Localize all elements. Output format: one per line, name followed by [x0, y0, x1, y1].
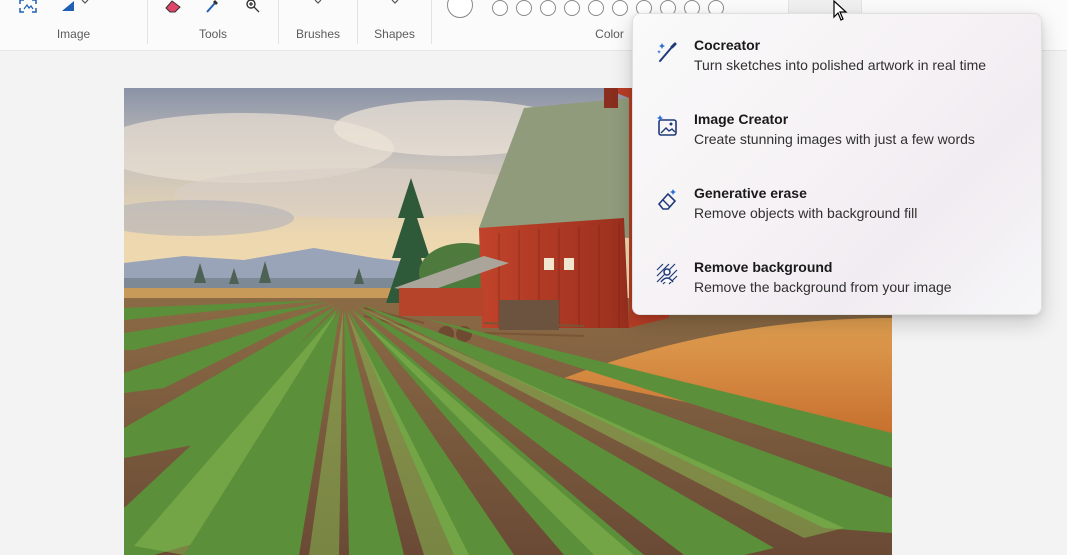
chevron-down-icon[interactable] — [313, 0, 323, 4]
color-swatch[interactable] — [516, 0, 532, 16]
mouse-cursor-icon — [833, 0, 849, 22]
rotate-icon[interactable] — [57, 0, 79, 16]
shapes-group[interactable]: Shapes — [358, 0, 431, 51]
magnifier-icon[interactable] — [242, 0, 264, 16]
color-swatch[interactable] — [540, 0, 556, 16]
eraser-sparkle-icon — [655, 188, 679, 212]
image-sparkle-icon — [655, 114, 679, 138]
menu-item-description: Create stunning images with just a few w… — [694, 131, 975, 147]
menu-item-description: Remove objects with background fill — [694, 205, 918, 221]
color-swatch[interactable] — [564, 0, 580, 16]
color-swatch[interactable] — [588, 0, 604, 16]
menu-item-title: Cocreator — [694, 37, 761, 53]
chevron-down-icon[interactable] — [390, 0, 400, 4]
brushes-group[interactable]: Brushes — [279, 0, 357, 51]
cocreator-brush-sparkle-icon — [655, 40, 679, 64]
primary-color-swatch[interactable] — [447, 0, 473, 18]
color-swatch[interactable] — [612, 0, 628, 16]
ai-features-menu: Cocreator Turn sketches into polished ar… — [632, 13, 1042, 315]
color-swatch[interactable] — [492, 0, 508, 16]
menu-item-title: Remove background — [694, 259, 833, 275]
chevron-down-icon[interactable] — [80, 0, 90, 4]
image-group-label: Image — [56, 27, 91, 41]
tools-group-label: Tools — [198, 27, 227, 41]
select-icon[interactable] — [17, 0, 39, 16]
menu-item-title: Generative erase — [694, 185, 807, 201]
menu-item-generative-erase[interactable]: Generative erase Remove objects with bac… — [637, 162, 1037, 232]
shapes-group-label: Shapes — [374, 27, 415, 41]
tools-group: Tools — [148, 0, 278, 51]
menu-item-title: Image Creator — [694, 111, 789, 127]
menu-item-image-creator[interactable]: Image Creator Create stunning images wit… — [637, 88, 1037, 158]
color-picker-icon[interactable] — [201, 0, 223, 16]
eraser-icon[interactable] — [162, 0, 184, 16]
image-group: Image — [0, 0, 147, 51]
menu-item-remove-background[interactable]: Remove background Remove the background … — [637, 236, 1037, 306]
menu-item-description: Turn sketches into polished artwork in r… — [694, 57, 987, 73]
copilot-button[interactable] — [788, 0, 862, 14]
menu-item-description: Remove the background from your image — [694, 279, 952, 295]
remove-background-icon — [655, 262, 679, 286]
brushes-group-label: Brushes — [295, 27, 341, 41]
menu-item-cocreator[interactable]: Cocreator Turn sketches into polished ar… — [637, 14, 1037, 84]
